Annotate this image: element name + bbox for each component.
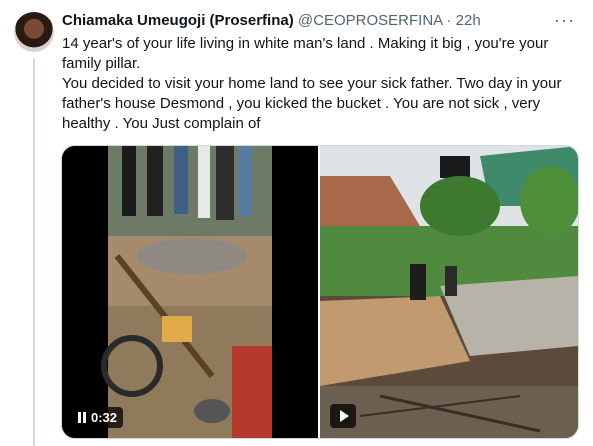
more-options-icon[interactable]: ··· bbox=[554, 10, 575, 31]
video-duration: 0:32 bbox=[91, 410, 118, 425]
pause-icon[interactable] bbox=[78, 412, 86, 423]
video-left-frame bbox=[62, 146, 318, 438]
thread-line bbox=[33, 58, 35, 446]
tweet-text: 14 year's of your life living in white m… bbox=[62, 34, 572, 134]
author-handle[interactable]: @CEOPROSERFINA bbox=[298, 12, 442, 29]
video-duration-badge[interactable]: 0:32 bbox=[72, 407, 124, 428]
play-button[interactable] bbox=[330, 404, 356, 428]
media-grid: 0:32 bbox=[61, 145, 579, 439]
author-avatar[interactable] bbox=[14, 12, 54, 52]
video-right[interactable] bbox=[320, 146, 578, 438]
video-left[interactable]: 0:32 bbox=[62, 146, 318, 438]
tweet-paragraph-2: You decided to visit your home land to s… bbox=[62, 75, 562, 132]
play-icon bbox=[339, 410, 349, 422]
author-display-name[interactable]: Chiamaka Umeugoji (Proserfina) bbox=[62, 12, 294, 29]
tweet-paragraph-1: 14 year's of your life living in white m… bbox=[62, 35, 549, 72]
tweet-timestamp[interactable]: 22h bbox=[456, 12, 481, 29]
tweet-header: Chiamaka Umeugoji (Proserfina) @CEOPROSE… bbox=[62, 11, 573, 31]
video-right-frame bbox=[320, 146, 578, 438]
separator-dot: · bbox=[446, 12, 452, 29]
